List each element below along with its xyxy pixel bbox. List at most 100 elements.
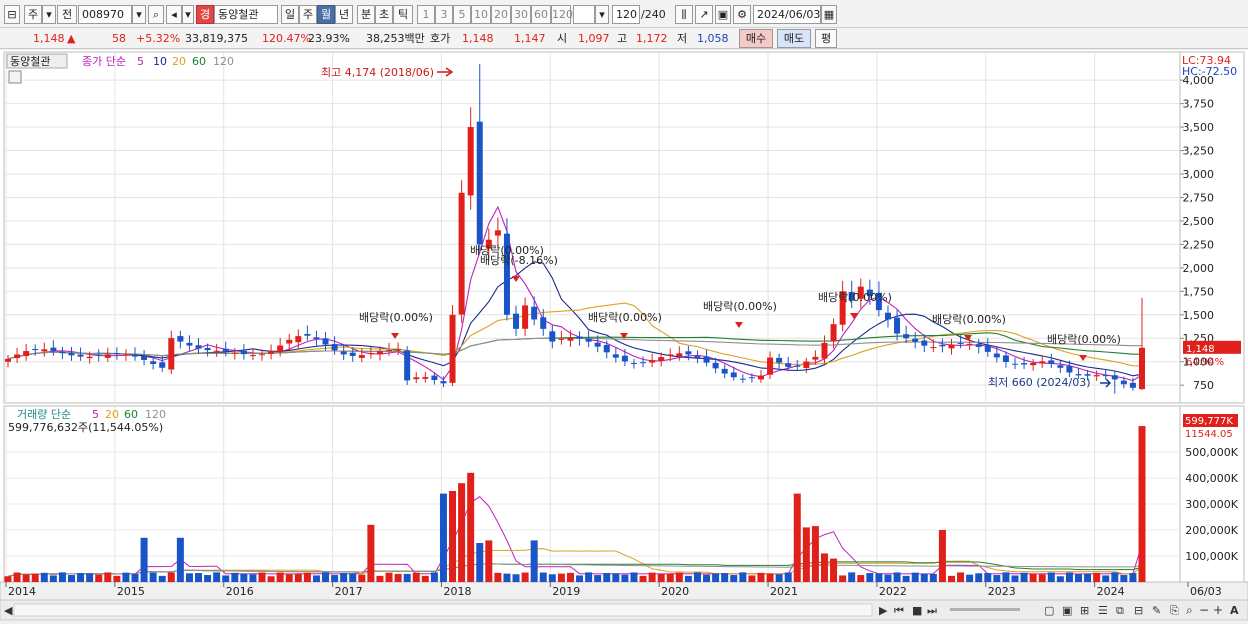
volume-bar xyxy=(1102,575,1110,582)
rewind-icon[interactable]: ⏮ xyxy=(894,604,904,617)
volume-ratio: 120.47% xyxy=(262,32,311,45)
zoom-icon[interactable]: ⌕ xyxy=(1186,603,1193,617)
candle-body xyxy=(431,375,438,381)
interval-20-button[interactable]: 20 xyxy=(491,5,511,24)
period-second-button[interactable]: 초 xyxy=(375,5,393,24)
candle-body xyxy=(939,344,946,347)
calendar-icon[interactable]: ▦ xyxy=(821,5,837,24)
period-day-button[interactable]: 일 xyxy=(281,5,299,24)
speaker-icon[interactable]: ◂ xyxy=(166,5,182,24)
volume-bar xyxy=(1047,572,1055,582)
period-tick-button[interactable]: 틱 xyxy=(393,5,413,24)
average-button[interactable]: 평 xyxy=(815,29,837,48)
interval-120-button[interactable]: 120 xyxy=(551,5,573,24)
scroll-left-icon[interactable]: ◀ xyxy=(4,604,13,617)
period-year-button[interactable]: 년 xyxy=(335,5,353,24)
period-month-button[interactable]: 월 xyxy=(317,5,335,24)
zoom-in-icon[interactable]: + xyxy=(1213,603,1223,617)
tile-icon[interactable]: ⊟ xyxy=(1134,604,1143,617)
interval-30-button[interactable]: 30 xyxy=(511,5,531,24)
interval-10-button[interactable]: 10 xyxy=(471,5,491,24)
fast-forward-icon[interactable]: ⏭ xyxy=(927,604,937,617)
stop-icon[interactable]: ■ xyxy=(912,604,922,617)
custom-interval-input[interactable] xyxy=(573,5,595,24)
price-tick-label: 2,250 xyxy=(1183,238,1215,251)
speaker-dropdown-icon[interactable]: ▾ xyxy=(182,5,194,24)
stock-code-input[interactable]: 008970 xyxy=(78,5,132,24)
volume-bar xyxy=(367,524,375,582)
price-tick-label: 3,500 xyxy=(1183,121,1215,134)
copy-icon[interactable]: ⧉ xyxy=(1116,604,1124,617)
candle-body xyxy=(748,377,755,379)
range-input[interactable]: 120 xyxy=(612,5,640,24)
interval-5-button[interactable]: 5 xyxy=(453,5,471,24)
ma-legend-label: 종가 단순 xyxy=(82,55,126,68)
period-unit-dropdown-icon[interactable]: ▾ xyxy=(42,5,56,24)
volume-bar xyxy=(521,572,529,582)
candle-type-icon[interactable]: ⫼ xyxy=(675,5,693,24)
low-label: 저 xyxy=(677,32,688,45)
candle-body xyxy=(322,338,329,345)
period-unit[interactable]: 주 xyxy=(24,5,42,24)
window-menu-icon[interactable]: ⊟ xyxy=(4,5,20,24)
layout-icon[interactable]: ▢ xyxy=(1044,604,1054,617)
interval-60-button[interactable]: 60 xyxy=(531,5,551,24)
volume-bar xyxy=(294,573,302,582)
volume-bar xyxy=(149,572,157,582)
volume-bar xyxy=(485,540,493,582)
candle-body xyxy=(95,354,102,356)
vol-ma20-legend: 20 xyxy=(105,408,119,421)
line-draw-icon[interactable]: ↗ xyxy=(695,5,713,24)
paste-icon[interactable]: ⎘ xyxy=(1170,604,1179,617)
volume-bar xyxy=(222,575,230,582)
gear-icon[interactable]: ⚙ xyxy=(733,5,751,24)
volume: 33,819,375 xyxy=(185,32,248,45)
buy-button[interactable]: 매수 xyxy=(739,29,773,48)
volume-bar xyxy=(775,574,783,582)
time-tick-label: 2022 xyxy=(879,585,907,598)
candle-body xyxy=(558,338,565,340)
layout-split-icon[interactable]: ▣ xyxy=(1062,604,1072,617)
table-toggle-icon[interactable] xyxy=(8,70,22,84)
candle-body xyxy=(884,312,891,320)
candle-body xyxy=(141,355,148,360)
volume-bar xyxy=(875,573,883,582)
time-tick-label: 2015 xyxy=(117,585,145,598)
layout-grid-icon[interactable]: ⊞ xyxy=(1080,604,1089,617)
candle-body xyxy=(1129,382,1136,388)
scroll-right-icon[interactable]: ▶ xyxy=(879,604,888,617)
period-minute-button[interactable]: 분 xyxy=(357,5,375,24)
edit-icon[interactable]: ✎ xyxy=(1152,604,1161,617)
date-input[interactable]: 2024/06/03 xyxy=(753,5,821,24)
interval-1-button[interactable]: 1 xyxy=(417,5,435,24)
candle-body xyxy=(113,353,120,355)
custom-interval-dropdown-icon[interactable]: ▾ xyxy=(595,5,609,24)
layout-list-icon[interactable]: ☰ xyxy=(1098,604,1108,617)
period-week-button[interactable]: 주 xyxy=(299,5,317,24)
volume-bar xyxy=(1065,572,1073,582)
zoom-out-icon[interactable]: − xyxy=(1199,603,1209,617)
chart-area[interactable]: 750 1,000 1,250 1,500 1,750 2,000 2,250 2,500 2,… xyxy=(0,50,1248,621)
price-tick-label: 3,750 xyxy=(1183,98,1215,111)
scroll-track[interactable] xyxy=(13,603,873,617)
sell-button[interactable]: 매도 xyxy=(777,29,811,48)
candle-body xyxy=(1030,363,1037,366)
volume-bar xyxy=(58,572,66,582)
candle-body xyxy=(268,350,275,354)
volume-bar xyxy=(902,575,910,582)
volume-bar xyxy=(31,573,39,582)
price-tick-label: 750 xyxy=(1193,379,1214,392)
volume-bar xyxy=(666,573,674,582)
volume-bar xyxy=(721,573,729,582)
code-dropdown-icon[interactable]: ▾ xyxy=(132,5,146,24)
time-tick-label: 2018 xyxy=(443,585,471,598)
volume-bar xyxy=(675,572,683,582)
zoom-slider[interactable] xyxy=(950,608,1020,611)
save-icon[interactable]: ▣ xyxy=(715,5,731,24)
stock-chart[interactable]: 7501,0001,2501,5001,7502,0002,2502,5002,… xyxy=(0,50,1248,621)
font-size-icon[interactable]: A xyxy=(1230,604,1239,617)
interval-3-button[interactable]: 3 xyxy=(435,5,453,24)
search-icon[interactable]: ⌕ xyxy=(148,5,164,24)
candle-body xyxy=(685,351,692,355)
prefix-button[interactable]: 전 xyxy=(57,5,77,24)
